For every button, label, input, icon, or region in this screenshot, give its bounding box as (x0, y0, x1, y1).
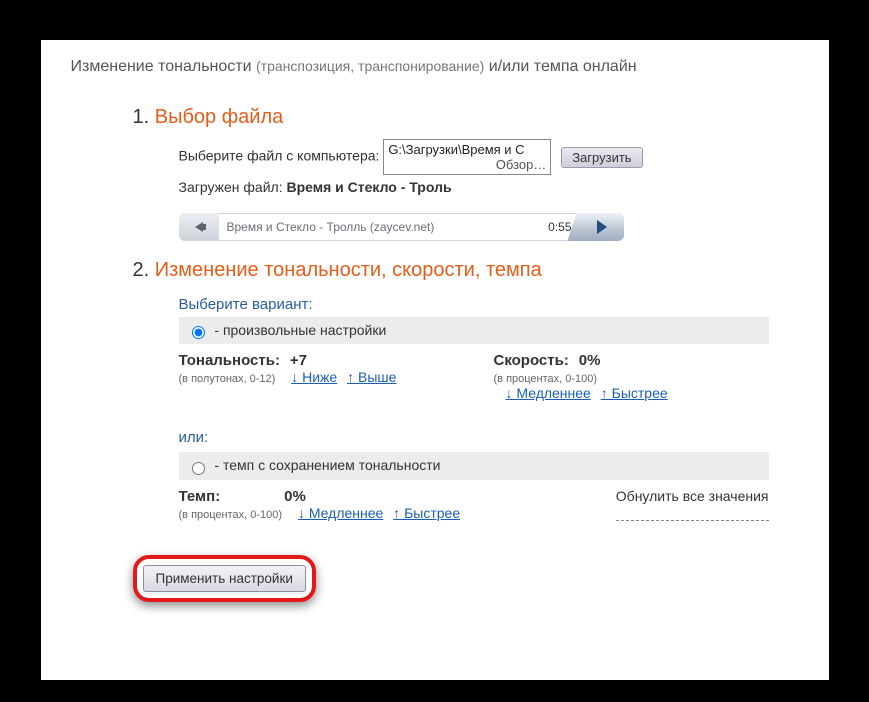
volume-button[interactable] (179, 213, 219, 241)
section-2-title: Изменение тональности, скорости, темпа (155, 259, 542, 281)
option-tempo-label: - темп с сохранением тональности (214, 457, 440, 473)
speed-faster-link[interactable]: ↑ Быстрее (601, 385, 668, 401)
tone-note: (в полутонах, 0-12) (179, 373, 276, 385)
page-title: Изменение тональности (транспозиция, тра… (71, 58, 799, 76)
tempo-value: 0% (284, 488, 306, 505)
section-1-heading: 1. Выбор файла (133, 106, 799, 129)
tempo-row: Темп: 0% (в процентах, 0-100) ↓ Медленне… (179, 488, 769, 521)
title-sub: (транспозиция, транспонирование) (256, 58, 484, 74)
speaker-icon (195, 222, 203, 232)
tone-block: Тональность: +7 (в полутонах, 0-12) ↓ Ни… (179, 352, 454, 401)
speed-value: 0% (579, 352, 601, 369)
speed-label: Скорость: (494, 352, 569, 369)
title-main: Изменение тональности (71, 58, 252, 75)
section-1-body: Выберите файл с компьютера: G:\Загрузки\… (179, 139, 769, 241)
loaded-line: Загружен файл: Время и Стекло - Троль (179, 179, 769, 195)
tone-label: Тональность: (179, 352, 280, 369)
tone-higher-link[interactable]: ↑ Выше (347, 369, 396, 385)
file-path: G:\Загрузки\Время и С (388, 142, 524, 157)
section-2-body: Выберите вариант: - произвольные настрой… (179, 296, 769, 521)
radio-tempo[interactable] (192, 462, 205, 475)
tempo-block: Темп: 0% (в процентах, 0-100) ↓ Медленне… (179, 488, 504, 521)
tempo-faster-link[interactable]: ↑ Быстрее (393, 505, 460, 521)
file-choose-line: Выберите файл с компьютера: G:\Загрузки\… (179, 139, 769, 175)
or-label: или: (179, 429, 769, 446)
apply-highlight: Применить настройки (133, 555, 316, 602)
option-custom-row[interactable]: - произвольные настройки (179, 317, 769, 344)
section-1-title: Выбор файла (155, 106, 284, 128)
tempo-slower-link[interactable]: ↓ Медленнее (298, 505, 383, 521)
section-2-heading: 2. Изменение тональности, скорости, темп… (133, 259, 799, 282)
speed-block: Скорость: 0% (в процентах, 0-100) ↓ Медл… (494, 352, 769, 401)
audio-player: Время и Стекло - Тролль (zaycev.net) 0:5… (179, 213, 624, 241)
radio-custom[interactable] (192, 326, 205, 339)
reset-link[interactable]: Обнулить все значения (616, 488, 769, 521)
apply-wrap: Применить настройки (133, 555, 799, 602)
section-2-num: 2. (133, 259, 150, 281)
tempo-label: Темп: (179, 488, 221, 505)
play-button[interactable] (580, 213, 624, 241)
section-1-num: 1. (133, 106, 150, 128)
page: Изменение тональности (транспозиция, тра… (41, 40, 829, 680)
params-row: Тональность: +7 (в полутонах, 0-12) ↓ Ни… (179, 352, 769, 401)
title-tail: и/или темпа онлайн (489, 58, 637, 75)
browse-label: Обзор… (496, 157, 547, 172)
play-icon (597, 220, 607, 234)
choose-label: Выберите файл с компьютера: (179, 148, 380, 164)
speed-note: (в процентах, 0-100) (494, 373, 598, 385)
apply-button[interactable]: Применить настройки (143, 565, 306, 592)
choose-variant-label: Выберите вариант: (179, 296, 769, 313)
speed-slower-link[interactable]: ↓ Медленнее (506, 385, 591, 401)
tempo-note: (в процентах, 0-100) (179, 509, 283, 521)
option-custom-label: - произвольные настройки (214, 322, 386, 338)
file-input[interactable]: G:\Загрузки\Время и С Обзор… (383, 139, 551, 175)
player-title: Время и Стекло - Тролль (zaycev.net) (227, 220, 435, 234)
player-time: 0:55 (548, 220, 571, 234)
upload-button[interactable]: Загрузить (561, 147, 642, 168)
loaded-label: Загружен файл: (179, 179, 283, 195)
loaded-filename: Время и Стекло - Троль (286, 179, 451, 195)
tone-value: +7 (290, 352, 307, 369)
option-tempo-row[interactable]: - темп с сохранением тональности (179, 452, 769, 479)
tone-lower-link[interactable]: ↓ Ниже (291, 369, 337, 385)
player-track[interactable]: Время и Стекло - Тролль (zaycev.net) 0:5… (219, 213, 580, 241)
